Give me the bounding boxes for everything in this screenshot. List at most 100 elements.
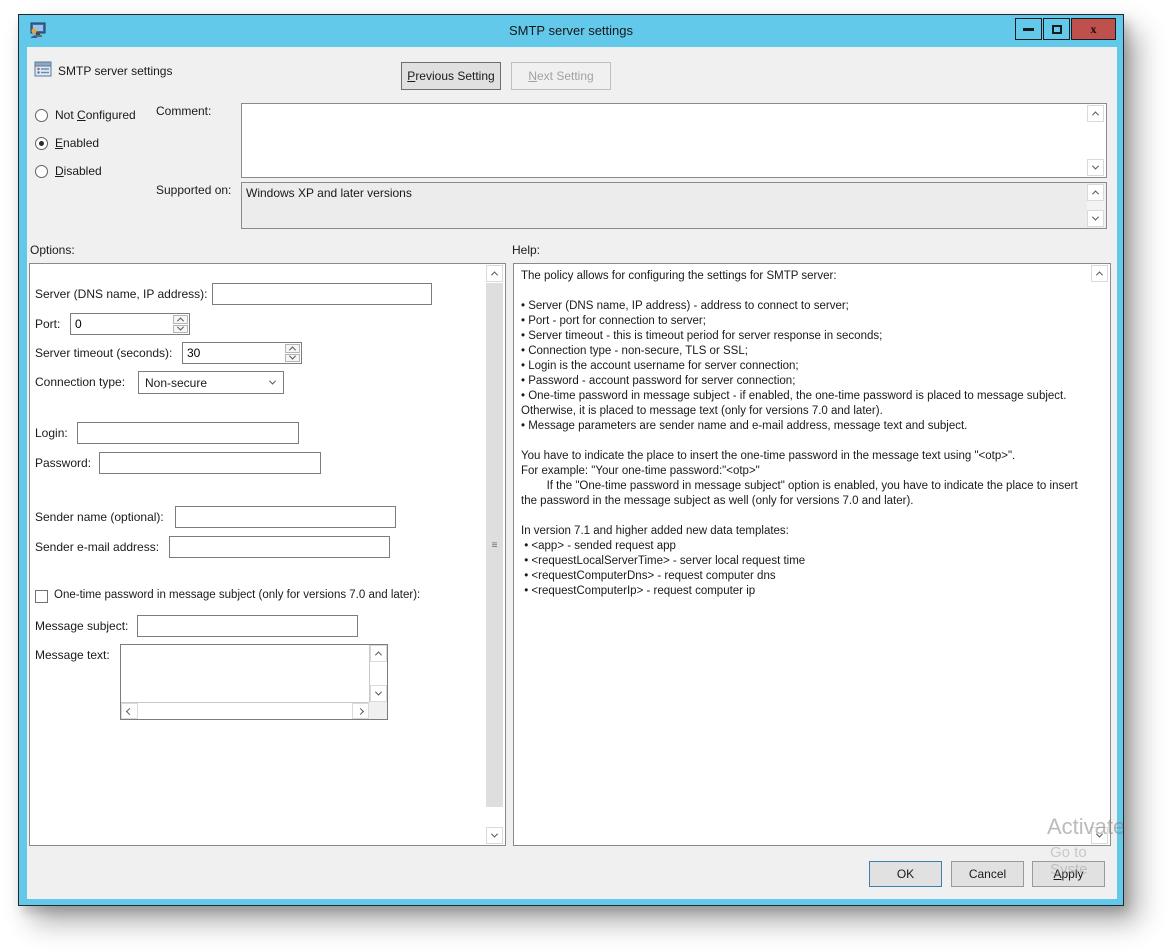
help-section-label: Help: bbox=[512, 243, 540, 257]
spin-up-icon[interactable] bbox=[285, 344, 300, 353]
radio-circle-icon bbox=[35, 165, 48, 178]
help-line: You have to indicate the place to insert… bbox=[521, 449, 1088, 464]
timeout-spinner[interactable] bbox=[182, 342, 302, 364]
sender-email-label: Sender e-mail address: bbox=[35, 540, 159, 554]
port-spin-buttons bbox=[173, 315, 188, 333]
message-text-value[interactable] bbox=[121, 645, 369, 702]
timeout-input[interactable] bbox=[183, 343, 284, 363]
window-controls: x bbox=[1015, 18, 1116, 40]
otp-checkbox[interactable] bbox=[35, 590, 48, 603]
spin-down-icon[interactable] bbox=[285, 354, 300, 363]
scroll-down-icon[interactable] bbox=[486, 827, 503, 844]
radio-enabled[interactable]: Enabled bbox=[35, 135, 99, 151]
radio-circle-icon bbox=[35, 109, 48, 122]
help-line: • Password - account password for server… bbox=[521, 374, 1088, 389]
dialog-client-area: SMTP server settings Previous Setting Ne… bbox=[27, 47, 1117, 899]
next-setting-button[interactable]: Next Setting bbox=[511, 62, 611, 90]
radio-disabled[interactable]: Disabled bbox=[35, 163, 102, 179]
radio-not-configured[interactable]: Not Configured bbox=[35, 107, 136, 123]
maximize-button[interactable] bbox=[1043, 18, 1070, 40]
spin-down-icon[interactable] bbox=[173, 325, 188, 334]
connection-type-label: Connection type: bbox=[35, 375, 125, 389]
connection-type-value: Non-secure bbox=[145, 376, 207, 390]
maximize-icon bbox=[1052, 25, 1062, 34]
scrollbar-thumb[interactable]: ≡ bbox=[486, 283, 503, 807]
options-panel: Server (DNS name, IP address): Port: Ser… bbox=[29, 263, 506, 846]
port-spinner[interactable] bbox=[70, 313, 190, 335]
help-line: For example: "Your one-time password:"<o… bbox=[521, 464, 1088, 479]
scroll-up-icon[interactable] bbox=[1087, 105, 1104, 122]
apply-button[interactable]: Apply bbox=[1032, 861, 1105, 887]
scroll-up-icon[interactable] bbox=[486, 265, 503, 282]
scroll-down-icon[interactable] bbox=[1087, 210, 1104, 227]
help-line: • Message parameters are sender name and… bbox=[521, 419, 1088, 434]
supported-on-label: Supported on: bbox=[156, 183, 231, 197]
password-input[interactable] bbox=[99, 452, 321, 474]
message-text-vscrollbar[interactable] bbox=[369, 645, 387, 702]
ok-button[interactable]: OK bbox=[869, 861, 942, 887]
minimize-button[interactable] bbox=[1015, 18, 1042, 40]
minimize-icon bbox=[1023, 28, 1034, 31]
scroll-down-icon[interactable] bbox=[1091, 827, 1108, 844]
help-line: • One-time password in message subject -… bbox=[521, 389, 1088, 419]
connection-type-select[interactable]: Non-secure bbox=[138, 371, 284, 394]
radio-disabled-label: Disabled bbox=[55, 164, 102, 178]
sender-name-label: Sender name (optional): bbox=[35, 510, 164, 524]
server-input[interactable] bbox=[212, 283, 432, 305]
otp-checkbox-label: One-time password in message subject (on… bbox=[54, 589, 420, 601]
port-input[interactable] bbox=[71, 314, 172, 334]
help-line bbox=[521, 284, 1088, 299]
help-panel-scrollbar[interactable] bbox=[1091, 265, 1109, 844]
supported-on-box: Windows XP and later versions bbox=[241, 182, 1107, 229]
message-text-hscrollbar[interactable] bbox=[121, 702, 369, 719]
login-input[interactable] bbox=[77, 422, 299, 444]
desktop-background: SMTP server settings x bbox=[0, 0, 1171, 952]
timeout-label: Server timeout (seconds): bbox=[35, 346, 172, 360]
message-text-label: Message text: bbox=[35, 648, 110, 662]
options-section-label: Options: bbox=[30, 243, 75, 257]
help-line bbox=[521, 509, 1088, 524]
scroll-left-icon[interactable] bbox=[121, 703, 138, 719]
scroll-up-icon[interactable] bbox=[1091, 265, 1108, 282]
password-label: Password: bbox=[35, 456, 91, 470]
message-subject-label: Message subject: bbox=[35, 619, 128, 633]
message-text-box[interactable] bbox=[120, 644, 388, 720]
sender-name-input[interactable] bbox=[175, 506, 396, 528]
scroll-down-icon[interactable] bbox=[1087, 159, 1104, 176]
policy-setting-icon bbox=[34, 60, 54, 80]
scroll-right-icon[interactable] bbox=[352, 703, 369, 719]
message-subject-input[interactable] bbox=[137, 615, 358, 637]
login-label: Login: bbox=[35, 426, 68, 440]
close-icon: x bbox=[1091, 22, 1097, 37]
help-line: • Login is the account username for serv… bbox=[521, 359, 1088, 374]
previous-setting-button[interactable]: Previous Setting bbox=[401, 62, 501, 90]
cancel-button[interactable]: Cancel bbox=[951, 861, 1024, 887]
scroll-up-icon[interactable] bbox=[370, 645, 387, 662]
radio-selected-icon bbox=[35, 137, 48, 150]
close-button[interactable]: x bbox=[1071, 18, 1116, 40]
scroll-down-icon[interactable] bbox=[370, 685, 387, 702]
comment-textarea[interactable] bbox=[241, 103, 1107, 178]
options-panel-scrollbar[interactable]: ≡ bbox=[486, 265, 504, 844]
scroll-up-icon[interactable] bbox=[1087, 184, 1104, 201]
comment-label: Comment: bbox=[156, 104, 211, 118]
help-line: • Server (DNS name, IP address) - addres… bbox=[521, 299, 1088, 314]
help-line: If the "One-time password in message sub… bbox=[521, 479, 1088, 509]
help-line: The policy allows for configuring the se… bbox=[521, 269, 1088, 284]
supported-on-value: Windows XP and later versions bbox=[246, 186, 1084, 200]
radio-enabled-label: Enabled bbox=[55, 136, 99, 150]
help-line: • <requestComputerIp> - request computer… bbox=[521, 584, 1088, 599]
help-line: • Port - port for connection to server; bbox=[521, 314, 1088, 329]
port-label: Port: bbox=[35, 317, 60, 331]
comment-scrollbar[interactable] bbox=[1087, 105, 1105, 176]
help-line: • Server timeout - this is timeout perio… bbox=[521, 329, 1088, 344]
help-line bbox=[521, 434, 1088, 449]
help-line: In version 7.1 and higher added new data… bbox=[521, 524, 1088, 539]
spin-up-icon[interactable] bbox=[173, 315, 188, 324]
supported-on-scrollbar[interactable] bbox=[1087, 184, 1105, 227]
sender-email-input[interactable] bbox=[169, 536, 390, 558]
titlebar[interactable]: SMTP server settings x bbox=[19, 15, 1123, 47]
policy-name-label: SMTP server settings bbox=[58, 64, 172, 78]
help-line: • <requestComputerDns> - request compute… bbox=[521, 569, 1088, 584]
help-line: • <requestLocalServerTime> - server loca… bbox=[521, 554, 1088, 569]
